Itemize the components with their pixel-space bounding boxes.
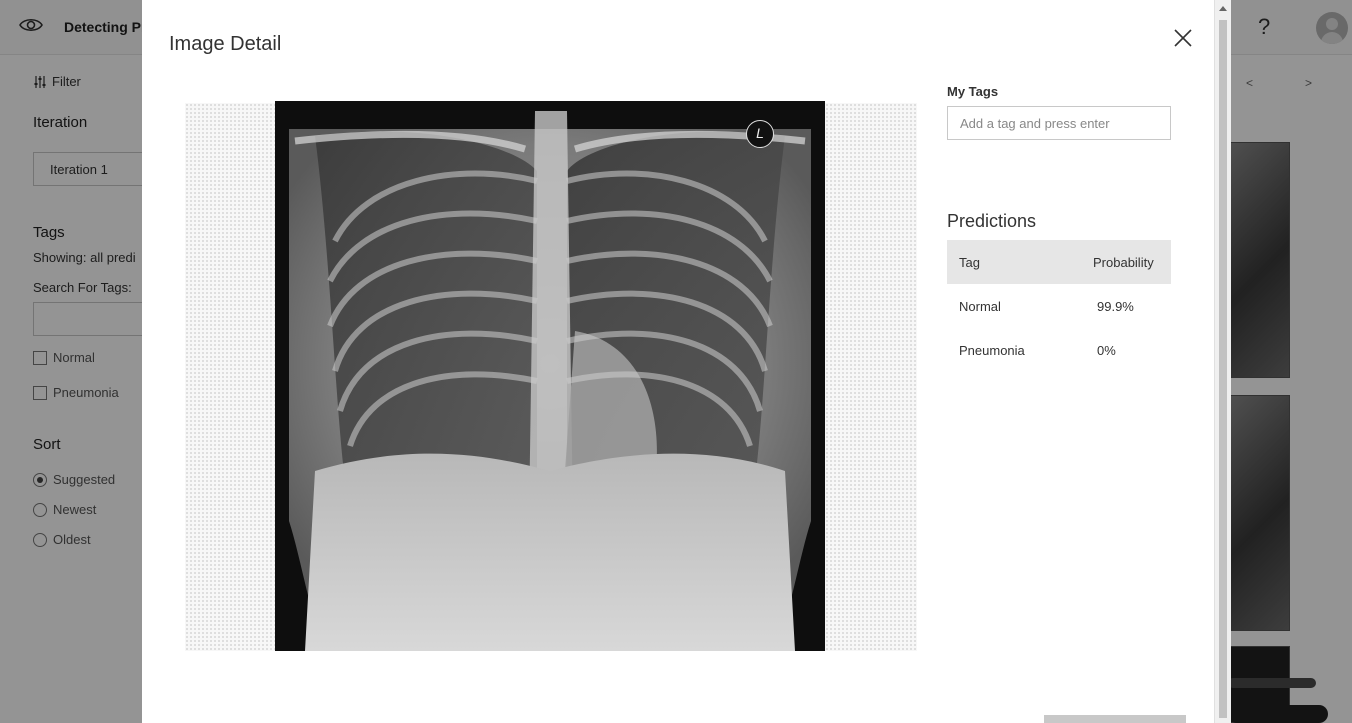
scrollbar-thumb[interactable]: [1219, 20, 1227, 718]
prediction-probability: 99.9%: [1097, 298, 1134, 314]
modal-scrollbar[interactable]: [1214, 0, 1231, 723]
predictions-table: Tag Probability Normal 99.9% Pneumonia 0…: [947, 240, 1171, 372]
chest-xray-graphic: [275, 101, 825, 651]
prediction-tag: Normal: [959, 298, 1001, 314]
my-tags-label: My Tags: [947, 84, 999, 99]
footer-button[interactable]: [1044, 715, 1186, 723]
chest-xray-image: L: [275, 101, 825, 651]
modal-title: Image Detail: [169, 33, 282, 55]
predictions-title: Predictions: [947, 211, 1037, 231]
tag-column-header[interactable]: Tag: [947, 255, 1067, 270]
prediction-probability: 0%: [1097, 342, 1116, 358]
xray-side-marker: L: [746, 120, 774, 148]
add-tag-input[interactable]: [947, 106, 1171, 140]
table-row: Pneumonia 0%: [947, 328, 1171, 372]
predictions-header: Tag Probability: [947, 240, 1171, 284]
detail-side-panel: My Tags Predictions Tag Probability Norm…: [947, 0, 1177, 723]
image-detail-modal: Image Detail L My Tags Add a tag and pre…: [142, 0, 1214, 723]
scroll-up-arrow-icon[interactable]: [1219, 6, 1227, 11]
table-row: Normal 99.9%: [947, 284, 1171, 328]
prediction-tag: Pneumonia: [959, 342, 1025, 358]
probability-column-header[interactable]: Probability: [1067, 255, 1171, 270]
